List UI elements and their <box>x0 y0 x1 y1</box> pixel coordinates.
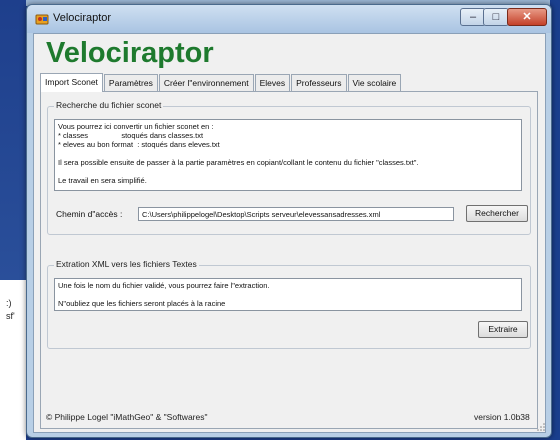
version-text: version 1.0b38 <box>474 412 530 422</box>
tab-eleves[interactable]: Eleves <box>254 74 291 91</box>
resize-grip-icon[interactable] <box>537 423 545 431</box>
sconet-search-group: Recherche du fichier sconet Vous pourrez… <box>47 100 531 235</box>
desktop-text-fragment: sf' <box>6 311 15 321</box>
tab-import-sconet[interactable]: Import Sconet <box>40 73 103 92</box>
tab-vie-scolaire[interactable]: Vie scolaire <box>347 74 402 91</box>
tab-professeurs[interactable]: Professeurs <box>291 74 347 91</box>
app-icon <box>35 14 49 25</box>
info-line: Une fois le nom du fichier validé, vous … <box>58 281 270 290</box>
path-label: Chemin d"accès : <box>56 209 123 219</box>
window-client-area: Velociraptor Import Sconet Paramètres Cr… <box>33 33 546 433</box>
xml-group-legend: Extration XML vers les fichiers Textes <box>54 259 199 269</box>
xml-info-text: Une fois le nom du fichier validé, vous … <box>54 278 522 311</box>
desktop-left-strip <box>0 0 26 440</box>
maximize-button[interactable]: □ <box>483 8 509 26</box>
minimize-icon: – <box>469 11 477 23</box>
tab-parametres[interactable]: Paramètres <box>103 74 158 91</box>
info-line: Il sera possible ensuite de passer à la … <box>58 158 419 167</box>
path-input[interactable] <box>138 207 454 221</box>
app-window: Velociraptor – □ ✕ Velociraptor Import S… <box>26 4 552 438</box>
info-line: Le travail en sera simplifié. <box>58 176 147 185</box>
tab-strip: Import Sconet Paramètres Créer l"environ… <box>40 73 402 92</box>
search-button[interactable]: Rechercher <box>466 205 528 222</box>
close-icon: ✕ <box>522 11 532 23</box>
info-line: Vous pourrez ici convertir un fichier sc… <box>58 122 214 131</box>
info-line: * classes stoqués dans classes.txt <box>58 131 204 140</box>
credits-text: © Philippe Logel "iMathGeo" & "Softwares… <box>46 412 208 422</box>
close-button[interactable]: ✕ <box>507 8 547 26</box>
tab-panel-import-sconet: Recherche du fichier sconet Vous pourrez… <box>40 91 538 429</box>
info-line: * eleves au bon format : stoqués dans el… <box>58 140 220 149</box>
xml-extraction-group: Extration XML vers les fichiers Textes U… <box>47 259 531 349</box>
window-title: Velociraptor <box>53 12 112 24</box>
app-heading: Velociraptor <box>46 37 214 69</box>
maximize-icon: □ <box>492 11 500 23</box>
title-bar[interactable]: Velociraptor – □ ✕ <box>27 5 551 33</box>
extract-button[interactable]: Extraire <box>478 321 528 338</box>
info-line: N"oubliez que les fichiers seront placés… <box>58 299 226 308</box>
sconet-info-text: Vous pourrez ici convertir un fichier sc… <box>54 119 522 191</box>
sconet-group-legend: Recherche du fichier sconet <box>54 100 164 110</box>
desktop-text-fragment: :) <box>6 298 12 308</box>
tab-creer-environnement[interactable]: Créer l"environnement <box>158 74 254 91</box>
